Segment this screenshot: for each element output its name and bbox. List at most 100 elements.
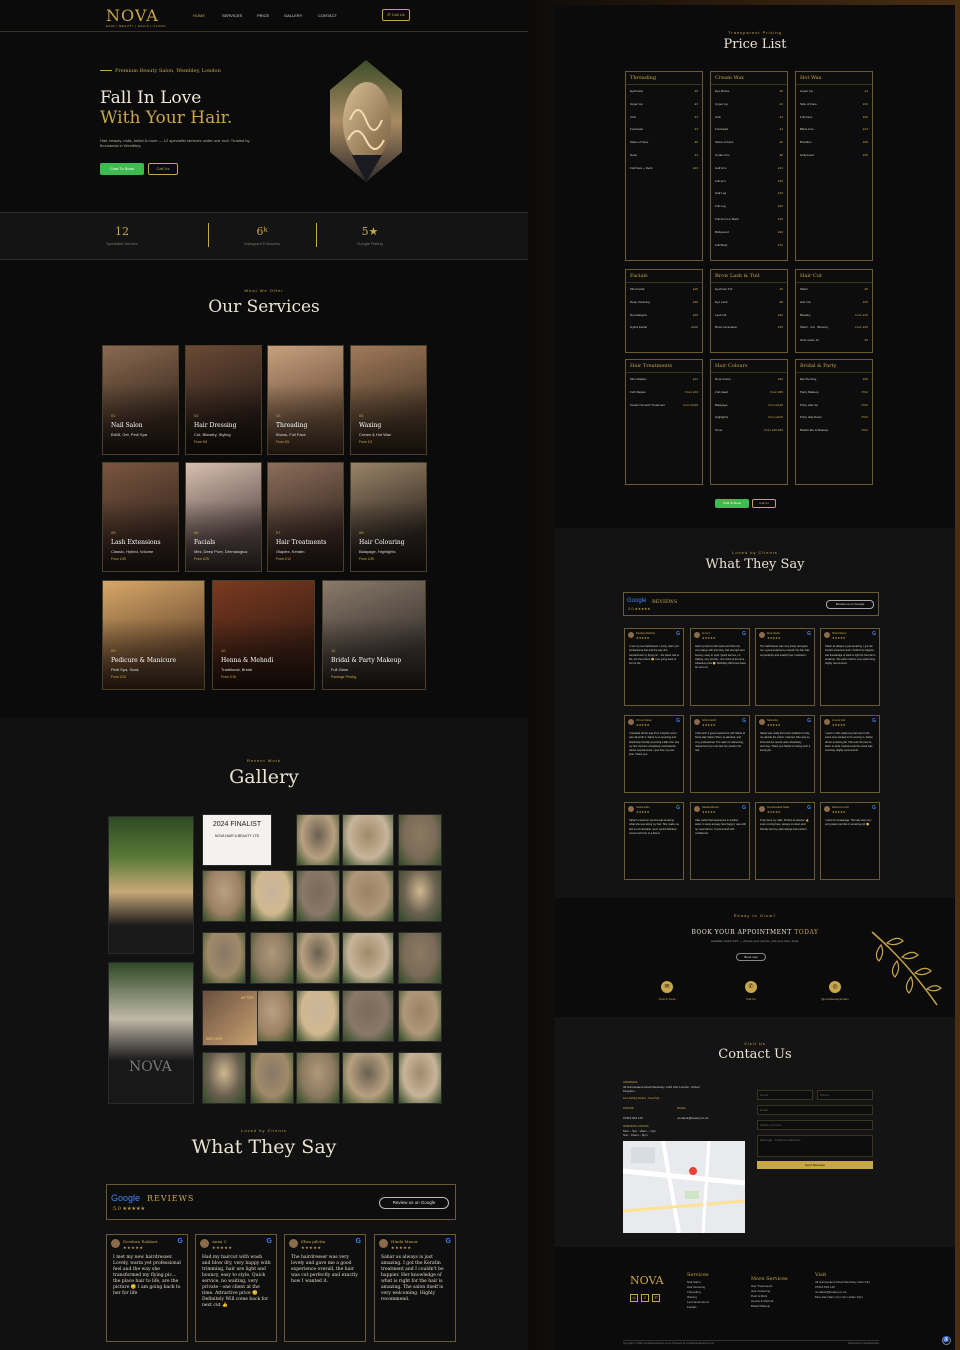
- nav-gallery[interactable]: GALLERY: [284, 13, 302, 18]
- nav-services[interactable]: SERVICES: [222, 13, 242, 18]
- service-title: Lash Extensions: [111, 539, 161, 546]
- price-row: Mini Olaplex £12: [626, 373, 702, 386]
- gallery-photo[interactable]: [342, 870, 394, 922]
- cta-kicker: Ready to Glow?: [733, 913, 777, 918]
- service-card[interactable]: 10 Henna & Mehndi Traditional, Bridal Fr…: [212, 580, 315, 690]
- service-card[interactable]: 12 Bridal & Party Makeup Full Glam Packa…: [322, 580, 426, 690]
- gallery-photo[interactable]: [296, 990, 340, 1042]
- location-map[interactable]: [623, 1141, 745, 1233]
- gallery-photo[interactable]: [250, 932, 294, 984]
- price-value: £4: [779, 114, 783, 119]
- price-value: From £40-£50: [764, 428, 783, 433]
- avatar: [694, 632, 700, 638]
- service-number: 02: [194, 413, 199, 418]
- gallery-photo[interactable]: [296, 814, 340, 866]
- footer-link[interactable]: Facials: [687, 1305, 709, 1310]
- price-call-button[interactable]: Call Us: [752, 499, 776, 508]
- review-us-button[interactable]: Review us on Google: [379, 1197, 449, 1209]
- form-email-input[interactable]: Email: [757, 1105, 873, 1115]
- price-row: Bridal Hair & Makeup POA: [796, 424, 872, 437]
- gallery-photo[interactable]: [342, 1052, 394, 1104]
- gallery-photo[interactable]: [202, 1052, 246, 1104]
- card-overlay: [351, 346, 426, 454]
- nav-call-button[interactable]: ✆ Call Us: [382, 9, 410, 21]
- instagram-icon[interactable]: ◎: [829, 981, 841, 993]
- service-card[interactable]: 07 Hair Treatments Olaplex, Keratin From…: [267, 462, 344, 572]
- nav-contact[interactable]: CONTACT: [318, 13, 337, 18]
- gallery-photo[interactable]: [398, 814, 442, 866]
- gallery-photo[interactable]: [398, 1052, 442, 1104]
- gallery-photo[interactable]: [202, 870, 246, 922]
- price-value: £45: [692, 312, 698, 317]
- phone-icon[interactable]: ✆: [652, 1294, 660, 1302]
- price-value: £25: [862, 140, 868, 145]
- cta-book-button[interactable]: Book now: [736, 953, 766, 961]
- form-phone-input[interactable]: Phone: [817, 1090, 873, 1100]
- hero-call-button[interactable]: Call Us: [148, 163, 178, 175]
- service-card[interactable]: 04 Waxing Cream & Hot Wax From £3: [350, 345, 427, 455]
- award-certificate[interactable]: 2024 FINALIST NOVA HAIR & BEAUTY LTD: [202, 814, 272, 866]
- price-row: Dermalogica £45: [626, 309, 702, 322]
- gallery-photo[interactable]: [342, 990, 394, 1042]
- chat-to-book-button[interactable]: Chat To Book: [100, 163, 144, 175]
- gallery-photo[interactable]: [296, 870, 340, 922]
- gallery-photo[interactable]: [296, 932, 340, 984]
- instagram-icon[interactable]: ◎: [630, 1294, 638, 1302]
- service-card[interactable]: 08 Hair Colouring Balayage, Highlights F…: [350, 462, 427, 572]
- phone-icon[interactable]: ✆: [745, 981, 757, 993]
- price-item: Party Makeup: [800, 389, 819, 394]
- email-text[interactable]: novahair@beauty.co.uk: [677, 1116, 708, 1120]
- price-row: Hair Cut £15: [796, 296, 872, 309]
- price-item: Bollywood: [715, 229, 729, 234]
- form-service-select[interactable]: Select a service: [757, 1120, 873, 1130]
- footer-link[interactable]: Bridal Makeup: [751, 1304, 773, 1309]
- before-after-photo[interactable]: AFTER BEFORE: [202, 990, 258, 1046]
- footer-copyright: Copyright © 2026 novahairandbeauty.co.uk…: [623, 1342, 714, 1345]
- price-row: Side of Face £13: [796, 98, 872, 111]
- gallery-photo[interactable]: [398, 870, 442, 922]
- gallery-photo[interactable]: NOVA: [108, 962, 194, 1104]
- gallery-photo[interactable]: [250, 870, 294, 922]
- phone-text[interactable]: 07916 801 115: [623, 1116, 643, 1120]
- services-kicker: What We Offer: [244, 288, 284, 293]
- form-send-button[interactable]: Send Message: [757, 1161, 873, 1169]
- logo[interactable]: NOVA: [106, 6, 159, 25]
- gallery-photo[interactable]: [398, 990, 442, 1042]
- service-card[interactable]: 02 Hair Dressing Cut, Blowdry, Styling F…: [185, 345, 262, 455]
- nav-home[interactable]: HOME: [193, 13, 205, 18]
- service-card[interactable]: 03 Threading Brows, Full Face From £5: [267, 345, 344, 455]
- price-book-button[interactable]: Chat To Book: [715, 499, 749, 508]
- accessibility-icon[interactable]: ♿: [942, 1336, 951, 1345]
- gallery-photo[interactable]: [296, 1052, 340, 1104]
- card-overlay: [103, 463, 178, 571]
- contact-title: Contact Us: [718, 1047, 792, 1062]
- price-value: POA: [861, 415, 868, 420]
- gallery-photo[interactable]: [398, 932, 442, 984]
- card-overlay: [103, 581, 204, 689]
- facebook-icon[interactable]: f: [641, 1294, 649, 1302]
- form-message-textarea[interactable]: Message · Preferred date/time: [757, 1135, 873, 1157]
- gallery-photo[interactable]: [342, 814, 394, 866]
- gallery-photo[interactable]: [108, 816, 194, 954]
- before-label: BEFORE: [206, 1036, 223, 1041]
- price-row: Bikini Line £13: [796, 123, 872, 136]
- price-value: From £120: [683, 402, 698, 407]
- avatar: [289, 1239, 298, 1248]
- form-name-input[interactable]: Name: [757, 1090, 813, 1100]
- nav-price[interactable]: PRICE: [257, 13, 269, 18]
- service-card[interactable]: 09 Pedicure & Manicure Pedi Spa, Soak Fr…: [102, 580, 205, 690]
- service-card[interactable]: 05 Lash Extensions Classic, Hybrid, Volu…: [102, 462, 179, 572]
- chat-icon[interactable]: ✉: [661, 981, 673, 993]
- service-card[interactable]: 01 Nail Salon BIAB, Gel, Pedi Spa: [102, 345, 179, 455]
- gallery-photo[interactable]: [250, 1052, 294, 1104]
- footer-logo[interactable]: NOVA: [630, 1274, 664, 1287]
- gallery-photo[interactable]: [202, 932, 246, 984]
- price-item: Party Hair Down: [800, 415, 822, 420]
- footer-link[interactable]: Mon-Sat 10am-7pm Sun 10am-5pm: [815, 1295, 879, 1300]
- review-us-button[interactable]: Review us on Google: [826, 600, 874, 609]
- price-value: £13: [777, 165, 783, 170]
- price-value: £3: [694, 101, 698, 106]
- service-card[interactable]: 06 Facials Mini, Deep Pore, Dermalogica …: [185, 462, 262, 572]
- gallery-photo[interactable]: [342, 932, 394, 984]
- review-text: Truly done my nails. Perfect as always! …: [760, 819, 809, 831]
